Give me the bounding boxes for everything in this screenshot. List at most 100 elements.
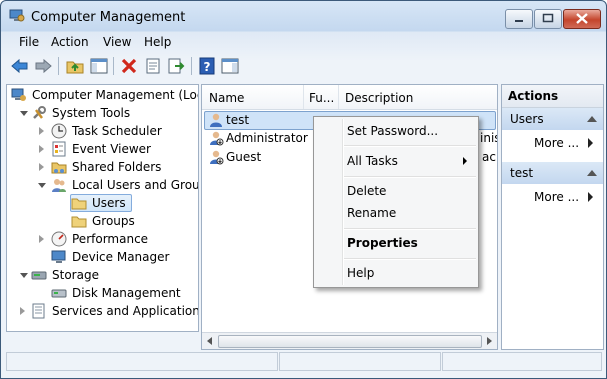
- tree-item-storage[interactable]: Storage: [7, 266, 198, 284]
- scroll-left-arrow-icon[interactable]: [207, 337, 212, 345]
- actions-more-link[interactable]: More ...: [534, 134, 579, 152]
- tree-item-local-users-groups[interactable]: Local Users and Groups: [7, 176, 198, 194]
- actions-section-test[interactable]: test: [502, 162, 603, 184]
- toolbar-separator: [191, 57, 192, 75]
- minimize-button[interactable]: [505, 9, 533, 29]
- show-hide-action-pane-icon[interactable]: [220, 56, 240, 76]
- disk-management-icon: [51, 289, 67, 298]
- menu-separator: [344, 258, 476, 260]
- column-divider[interactable]: [303, 85, 304, 109]
- clock-icon: [51, 123, 67, 139]
- list-cell-name: Guest: [226, 150, 262, 164]
- up-folder-icon[interactable]: [65, 56, 85, 76]
- menu-item-delete[interactable]: Delete: [347, 181, 386, 201]
- list-cell-description: ac: [482, 150, 496, 164]
- maximize-button[interactable]: [534, 9, 562, 29]
- help-icon[interactable]: ?: [197, 56, 217, 76]
- menu-separator: [344, 228, 476, 230]
- export-list-icon[interactable]: [166, 56, 186, 76]
- tree-item-system-tools[interactable]: System Tools: [7, 104, 198, 122]
- toolbar: ?: [1, 53, 606, 79]
- tree-item-event-viewer[interactable]: Event Viewer: [7, 140, 198, 158]
- collapse-arrow-icon[interactable]: [20, 273, 28, 278]
- menu-item-set-password[interactable]: Set Password...: [347, 121, 438, 141]
- minimize-icon: [515, 20, 523, 22]
- tree-item-device-manager[interactable]: Device Manager: [7, 248, 198, 266]
- computer-management-icon: [11, 88, 26, 101]
- column-header-name[interactable]: Name: [209, 91, 244, 105]
- menu-separator: [344, 176, 476, 178]
- services-icon: [32, 303, 45, 319]
- toolbar-separator: [113, 57, 114, 75]
- expand-arrow-icon[interactable]: [39, 127, 44, 135]
- tools-icon: [33, 106, 46, 119]
- tree-item-shared-folders[interactable]: Shared Folders: [7, 158, 198, 176]
- context-menu: Set Password... All Tasks Delete Rename …: [313, 116, 479, 288]
- menu-item-help[interactable]: Help: [347, 263, 374, 283]
- properties-icon[interactable]: [143, 56, 163, 76]
- computer-management-icon: [9, 9, 25, 22]
- column-header-full-name[interactable]: Fu...: [309, 91, 334, 105]
- scrollbar-thumb[interactable]: [218, 335, 482, 348]
- column-header-description[interactable]: Description: [345, 91, 413, 105]
- menu-separator: [344, 145, 476, 147]
- menu-item-properties[interactable]: Properties: [347, 233, 418, 253]
- submenu-arrow-icon: [463, 157, 467, 165]
- tree-label: Performance: [72, 232, 149, 246]
- menu-item-rename[interactable]: Rename: [347, 203, 396, 223]
- menu-action[interactable]: Action: [51, 35, 89, 49]
- tree-item-groups[interactable]: Groups: [7, 212, 198, 230]
- tree-label: Event Viewer: [72, 142, 151, 156]
- tree-label: Task Scheduler: [72, 124, 162, 138]
- tree-item-performance[interactable]: Performance: [7, 230, 198, 248]
- column-divider[interactable]: [338, 85, 339, 109]
- tree-item-users[interactable]: Users: [7, 194, 198, 212]
- menu-view[interactable]: View: [103, 35, 131, 49]
- menu-file[interactable]: File: [19, 35, 39, 49]
- device-manager-icon: [51, 250, 66, 263]
- close-button[interactable]: [563, 9, 601, 29]
- list-horizontal-scrollbar[interactable]: [202, 332, 497, 349]
- tree-item-services-applications[interactable]: Services and Applications: [7, 302, 198, 320]
- expand-arrow-icon[interactable]: [39, 163, 44, 171]
- window-title: Computer Management: [31, 10, 186, 25]
- submenu-arrow-icon[interactable]: [588, 192, 593, 202]
- expand-arrow-icon[interactable]: [39, 145, 44, 153]
- list-cell-description: inist: [480, 131, 497, 145]
- submenu-arrow-icon[interactable]: [588, 138, 593, 148]
- tree-label: Services and Applications: [52, 304, 199, 318]
- title-bar[interactable]: Computer Management: [1, 1, 606, 31]
- folder-icon: [71, 198, 87, 210]
- tree-label: Computer Management (Local: [32, 88, 199, 102]
- column-header-row: Name Fu... Description: [202, 85, 497, 110]
- collapse-arrow-icon[interactable]: [20, 111, 28, 116]
- show-hide-console-tree-icon[interactable]: [89, 56, 109, 76]
- performance-icon: [51, 231, 67, 247]
- user-icon: [210, 150, 224, 165]
- tree-label: Shared Folders: [72, 160, 162, 174]
- collapse-arrow-icon[interactable]: [38, 183, 46, 188]
- status-segment: [442, 352, 602, 371]
- tree-label: Local Users and Groups: [72, 178, 199, 192]
- scroll-right-arrow-icon[interactable]: [487, 337, 492, 345]
- tree-item-task-scheduler[interactable]: Task Scheduler: [7, 122, 198, 140]
- delete-x-icon[interactable]: [119, 56, 139, 76]
- tree-item-computer-management[interactable]: Computer Management (Local: [7, 86, 198, 104]
- storage-icon: [31, 271, 47, 280]
- maximize-icon: [542, 13, 554, 23]
- collapse-up-arrow-icon[interactable]: [587, 116, 597, 122]
- collapse-up-arrow-icon[interactable]: [587, 170, 597, 176]
- forward-arrow-icon[interactable]: [33, 56, 53, 76]
- menu-help[interactable]: Help: [144, 35, 171, 49]
- folder-icon: [71, 216, 87, 228]
- back-arrow-icon[interactable]: [10, 56, 30, 76]
- actions-more-link[interactable]: More ...: [534, 188, 579, 206]
- status-segment: [6, 352, 278, 371]
- menu-icon-gutter: [342, 119, 344, 285]
- menu-item-all-tasks[interactable]: All Tasks: [347, 151, 398, 171]
- tree-item-disk-management[interactable]: Disk Management: [7, 284, 198, 302]
- expand-arrow-icon[interactable]: [20, 307, 25, 315]
- status-segment: [279, 352, 441, 371]
- expand-arrow-icon[interactable]: [39, 235, 44, 243]
- actions-section-users[interactable]: Users: [502, 108, 603, 130]
